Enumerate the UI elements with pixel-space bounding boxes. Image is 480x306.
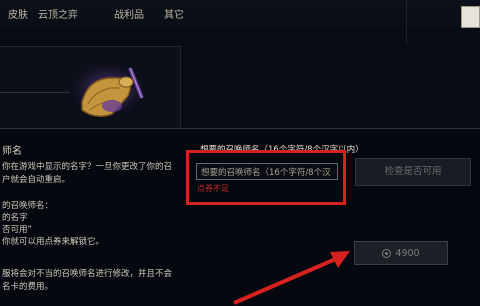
instruction-line: 你就可以用点券来解锁它。 <box>2 237 105 247</box>
red-arrow-icon <box>233 251 350 305</box>
purchase-button[interactable]: 4900 <box>354 241 448 265</box>
tab-loot[interactable]: 战利品 <box>114 6 144 21</box>
nav-divider <box>406 0 407 44</box>
tab-tft[interactable]: 云顶之弈 <box>38 6 78 21</box>
instruction-line: 否可用” <box>2 225 32 235</box>
instruction-line: 名卡的费用。 <box>2 282 54 292</box>
tab-other[interactable]: 其它 <box>164 6 184 21</box>
item-divider <box>0 92 70 93</box>
instruction-line: 的名字 <box>2 213 28 223</box>
instruction-line: 服将会对不当的召唤师名进行修改，并且不会 <box>2 269 173 279</box>
name-change-scroll-icon <box>70 62 146 118</box>
summoner-name-input[interactable] <box>196 163 338 180</box>
error-message: 点券不足 <box>197 184 229 193</box>
corner-button[interactable] <box>461 6 480 28</box>
top-nav: 皮肤 云顶之弈 战利品 其它 <box>0 0 480 26</box>
tab-skins[interactable]: 皮肤 <box>8 6 28 21</box>
check-availability-button[interactable]: 检查是否可用 <box>355 158 471 186</box>
instruction-line: 户就会自动重启。 <box>2 175 71 185</box>
instruction-line: 你在游戏中显示的名字？一旦你更改了你的召 <box>2 162 173 172</box>
currency-icon <box>382 248 392 258</box>
instruction-line: 的召唤师名： <box>2 201 54 211</box>
dialog-title: 师名 <box>2 146 22 157</box>
price-label: 4900 <box>395 247 420 259</box>
